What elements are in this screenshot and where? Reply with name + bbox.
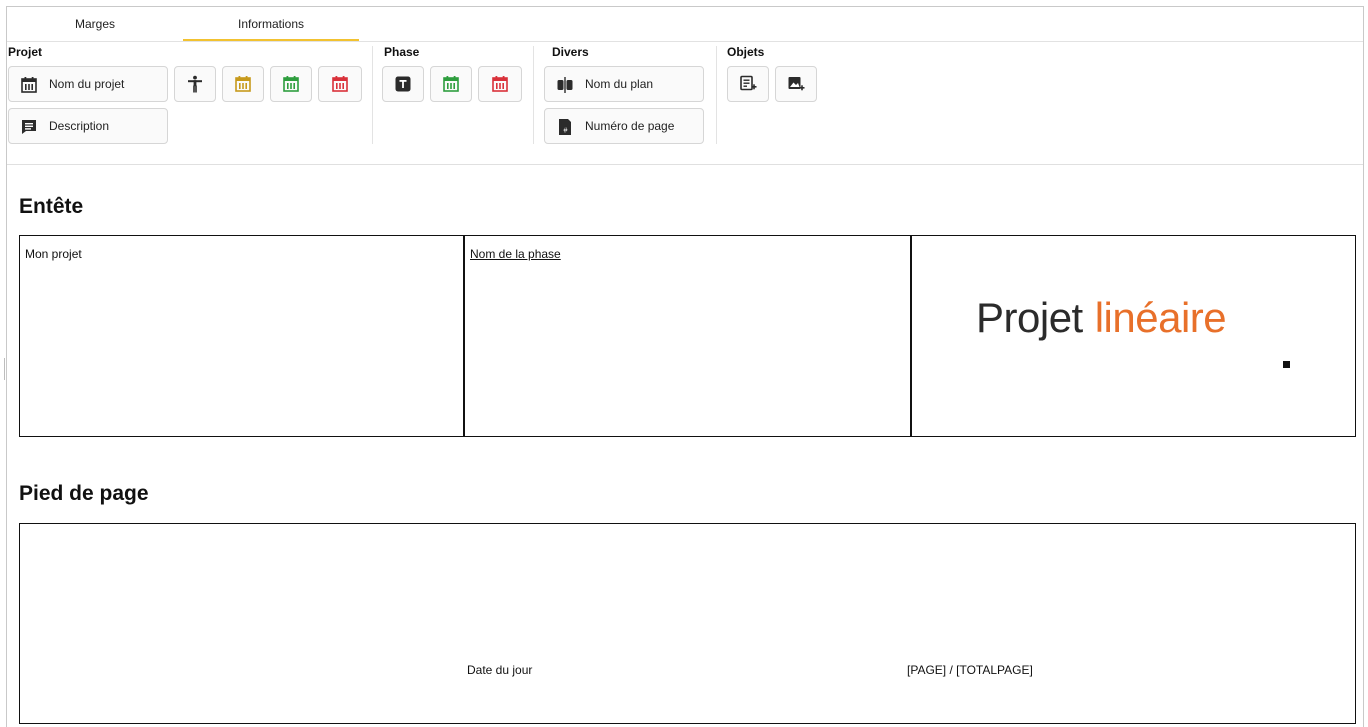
tab-bar: Marges Informations [7, 7, 1363, 41]
header-cell-logo[interactable]: Projet linéaire [912, 236, 1355, 436]
header-cell-project[interactable]: Mon projet [20, 236, 465, 436]
description-button[interactable]: Description [8, 108, 168, 144]
footer-section-title: Pied de page [19, 482, 149, 505]
project-name-button-label: Nom du projet [49, 77, 125, 91]
calendar-red-icon [331, 75, 349, 93]
group-title-divers: Divers [552, 45, 589, 59]
group-separator [533, 46, 534, 144]
calendar-icon [20, 76, 38, 94]
comment-icon [20, 118, 38, 136]
resize-handle[interactable] [4, 358, 8, 380]
page-number-icon: # [556, 118, 574, 136]
description-button-label: Description [49, 119, 110, 133]
logo-resize-handle[interactable] [1283, 361, 1290, 368]
calendar-red-icon [491, 75, 509, 93]
header-section-title: Entête [19, 195, 84, 218]
footer-page-field[interactable]: [PAGE] / [TOTALPAGE] [907, 663, 1033, 677]
logo-text-part1: Projet [976, 294, 1083, 341]
header-cell-phase[interactable]: Nom de la phase [465, 236, 912, 436]
footer-layout[interactable]: Date du jour [PAGE] / [TOTALPAGE] [19, 523, 1356, 724]
logo-text-part2: linéaire [1094, 294, 1227, 341]
tab-divider [7, 41, 1363, 42]
page-number-button[interactable]: # Numéro de page [544, 108, 704, 144]
calendar-green-icon [442, 75, 460, 93]
group-title-phase: Phase [384, 45, 420, 59]
calendar-green-icon [282, 75, 300, 93]
group-title-projet: Projet [8, 45, 43, 59]
calendar-gold-button[interactable] [222, 66, 264, 102]
ribbon-divider [7, 164, 1363, 165]
person-icon [186, 75, 204, 93]
company-logo[interactable]: Projet linéaire [976, 294, 1227, 342]
plan-name-button[interactable]: Nom du plan [544, 66, 704, 102]
phase-calendar-red-button[interactable] [478, 66, 522, 102]
phase-name-field[interactable]: Nom de la phase [470, 247, 561, 261]
tab-marges[interactable]: Marges [7, 7, 183, 41]
footer-date-field[interactable]: Date du jour [467, 663, 532, 677]
group-separator [372, 46, 373, 144]
plan-icon [556, 76, 574, 94]
add-text-icon [739, 75, 757, 93]
calendar-red-button[interactable] [318, 66, 362, 102]
project-name-field[interactable]: Mon projet [25, 247, 82, 261]
page-number-button-label: Numéro de page [585, 119, 675, 133]
calendar-green-button[interactable] [270, 66, 312, 102]
group-title-objets: Objets [727, 45, 765, 59]
calendar-gold-icon [234, 75, 252, 93]
add-image-icon [787, 75, 805, 93]
add-text-object-button[interactable] [727, 66, 769, 102]
plan-name-button-label: Nom du plan [585, 77, 654, 91]
text-box-icon [394, 75, 412, 93]
header-layout: Mon projet Nom de la phase Projet linéair… [19, 235, 1356, 437]
svg-text:#: # [564, 128, 568, 135]
add-image-object-button[interactable] [775, 66, 817, 102]
group-separator [716, 46, 717, 144]
phase-calendar-green-button[interactable] [430, 66, 472, 102]
person-button[interactable] [174, 66, 216, 102]
project-name-button[interactable]: Nom du projet [8, 66, 168, 102]
phase-text-button[interactable] [382, 66, 424, 102]
tab-informations[interactable]: Informations [183, 7, 359, 41]
